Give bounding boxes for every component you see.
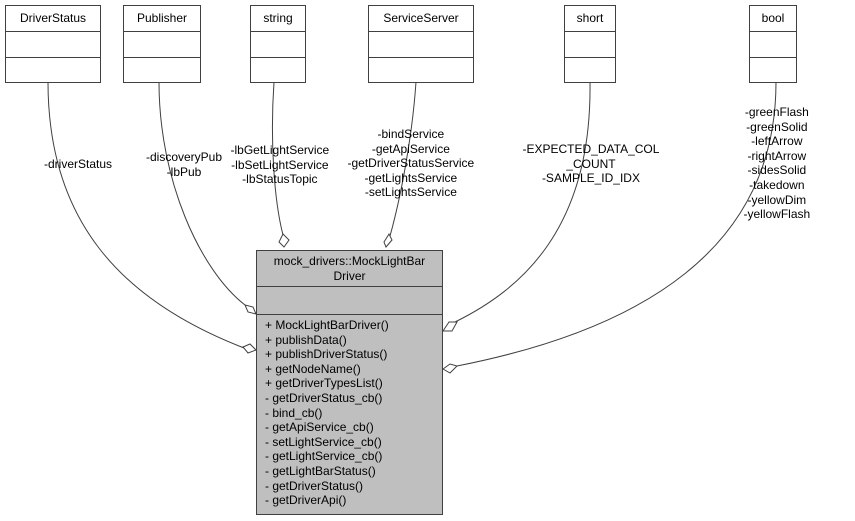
edge-driverstatus xyxy=(47,81,245,349)
class-operations xyxy=(369,58,473,82)
class-name: bool xyxy=(750,6,796,32)
class-box-string[interactable]: string xyxy=(250,5,306,83)
member-label: -lbGetLightService xyxy=(230,143,330,157)
member-label: -lbSetLightService xyxy=(231,157,329,172)
member-label: -SAMPLE_ID_IDX xyxy=(541,171,640,186)
member-label: -takedown xyxy=(749,177,805,192)
main-class-title-line: Driver xyxy=(333,269,366,283)
class-box-driverstatus[interactable]: DriverStatus xyxy=(5,5,101,83)
edge-label-bool: -greenFlash -greenSolid -leftArrow -righ… xyxy=(744,105,811,222)
aggregation-diamond-driverstatus xyxy=(242,343,257,354)
class-name: ServiceServer xyxy=(369,6,473,32)
edge-label-string: -lbGetLightService -lbSetLightService -l… xyxy=(231,143,330,187)
edge-short xyxy=(454,81,591,323)
class-box-serviceserver[interactable]: ServiceServer xyxy=(368,5,474,83)
operation: + publishDriverStatus() xyxy=(265,347,388,362)
class-attributes xyxy=(6,32,100,58)
class-attributes xyxy=(369,32,473,58)
member-label: -getApiService xyxy=(371,141,450,156)
member-label: -discoveryPub xyxy=(146,150,223,164)
edge-label-serviceserver: -bindService -getApiService -getDriverSt… xyxy=(348,127,475,200)
operation: + getDriverTypesList() xyxy=(265,376,383,391)
member-label: -leftArrow xyxy=(751,134,803,149)
edge-publisher xyxy=(158,81,246,306)
member-label: -sidesSolid xyxy=(747,163,807,178)
main-class-attributes xyxy=(257,287,442,315)
member-label: -yellowDim xyxy=(747,192,807,207)
class-operations xyxy=(750,58,796,82)
class-name: string xyxy=(251,6,305,32)
class-attributes xyxy=(565,32,615,58)
edge-label-short: -EXPECTED_DATA_COL _COUNT -SAMPLE_ID_IDX xyxy=(523,142,660,186)
class-box-short[interactable]: short xyxy=(564,5,616,83)
edge-label-publisher: -discoveryPub -lbPub xyxy=(146,150,222,179)
member-label: -EXPECTED_DATA_COL xyxy=(522,142,660,156)
class-operations xyxy=(124,58,200,82)
aggregation-diamond-serviceserver xyxy=(383,232,393,248)
member-label: -setLightsService xyxy=(364,185,457,200)
operation: + MockLightBarDriver() xyxy=(265,318,389,332)
main-class-title: mock_drivers::MockLightBar Driver xyxy=(257,251,442,287)
edge-bool xyxy=(456,81,777,367)
member-label: -bindService xyxy=(377,127,445,141)
member-label: -rightArrow xyxy=(747,148,807,163)
operation: - getDriverStatus() xyxy=(265,478,364,493)
member-label: -lbPub xyxy=(166,164,202,179)
operation: - getApiService_cb() xyxy=(265,420,374,435)
operation: - setLightService_cb() xyxy=(265,434,382,449)
operation: - getDriverStatus_cb() xyxy=(265,390,383,405)
operation: - getDriverApi() xyxy=(265,493,347,508)
aggregation-diamond-short xyxy=(442,321,458,332)
class-box-publisher[interactable]: Publisher xyxy=(123,5,201,83)
class-box-bool[interactable]: bool xyxy=(749,5,797,83)
member-label: _COUNT xyxy=(566,156,616,171)
member-label: -driverStatus xyxy=(44,157,113,171)
operation: - getLightService_cb() xyxy=(265,449,383,464)
operation: - bind_cb() xyxy=(265,405,323,420)
aggregation-diamond-string xyxy=(278,233,290,248)
member-label: -lbStatusTopic xyxy=(242,172,318,187)
member-label: -getDriverStatusService xyxy=(347,156,475,171)
operation: + getNodeName() xyxy=(265,361,361,376)
operation: - getLightBarStatus() xyxy=(265,463,376,478)
operation: + publishData() xyxy=(265,332,347,347)
member-label: -yellowFlash xyxy=(743,207,811,222)
class-box-mocklightbardriver[interactable]: mock_drivers::MockLightBar Driver + Mock… xyxy=(256,250,443,515)
class-operations xyxy=(565,58,615,82)
main-class-title-line: mock_drivers::MockLightBar xyxy=(273,254,426,268)
aggregation-diamond-bool xyxy=(442,363,458,374)
class-attributes xyxy=(251,32,305,58)
class-attributes xyxy=(124,32,200,58)
class-operations xyxy=(251,58,305,82)
main-class-operations: + MockLightBarDriver() + publishData() +… xyxy=(257,315,442,508)
edge-label-driverstatus: -driverStatus xyxy=(44,157,112,172)
class-operations xyxy=(6,58,100,82)
class-name: short xyxy=(565,6,615,32)
aggregation-diamond-publisher xyxy=(244,304,257,315)
class-name: DriverStatus xyxy=(6,6,100,32)
member-label: -getLightsService xyxy=(364,170,458,185)
class-name: Publisher xyxy=(124,6,200,32)
member-label: -greenSolid xyxy=(746,119,808,134)
class-attributes xyxy=(750,32,796,58)
member-label: -greenFlash xyxy=(744,105,809,119)
